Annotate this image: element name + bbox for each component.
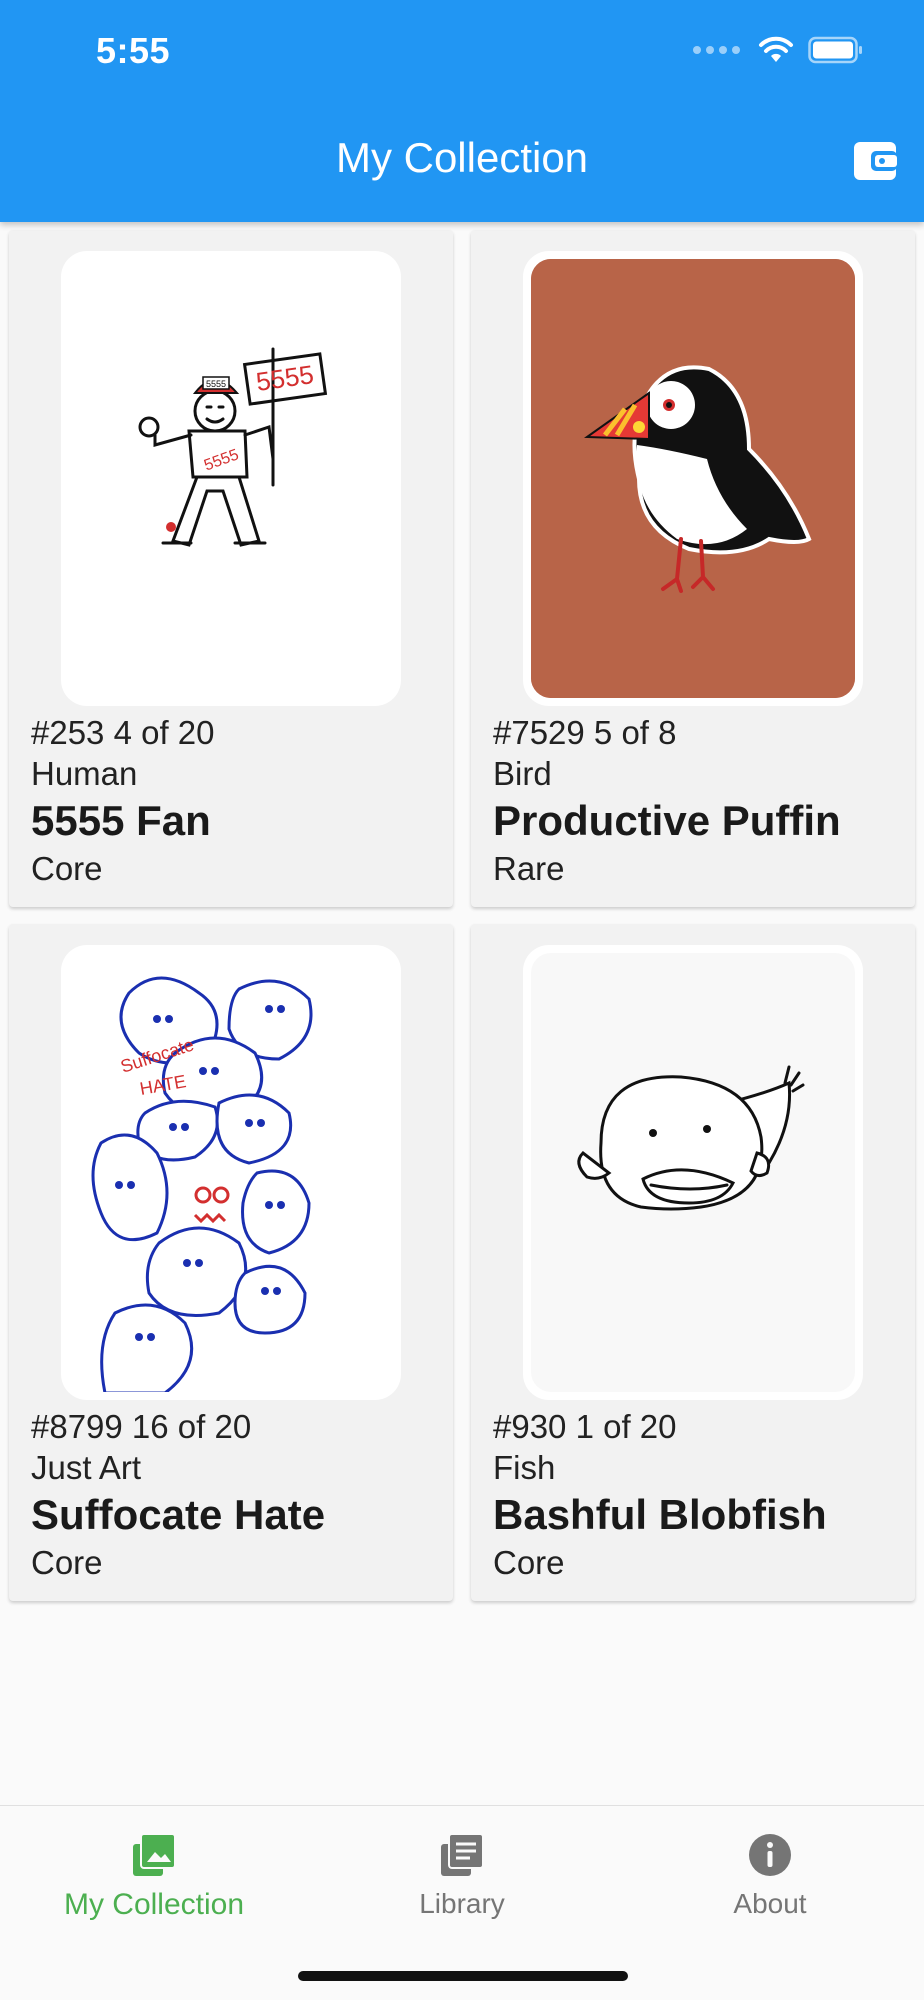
card-name: Productive Puffin — [493, 797, 841, 844]
tab-label: About — [733, 1888, 807, 1919]
card-number: #8799 16 of 20 — [31, 1408, 252, 1445]
card-name: Bashful Blobfish — [493, 1491, 827, 1538]
battery-icon — [808, 36, 864, 64]
card-name: Suffocate Hate — [31, 1491, 326, 1538]
card-art-blobfish — [531, 953, 855, 1392]
library-icon — [439, 1826, 485, 1878]
app-bar: 5:55 My Collection — [0, 0, 924, 222]
card-category: Human — [31, 755, 138, 792]
info-icon — [747, 1826, 793, 1878]
card-number: #930 1 of 20 — [493, 1408, 677, 1445]
tab-label: My Collection — [63, 1888, 245, 1921]
card-info: #253 4 of 20 Human 5555 Fan Core — [31, 712, 215, 890]
art-sign-text: 5555 — [254, 359, 315, 397]
card-tile[interactable]: #7529 5 of 8 Bird Productive Puffin Rare — [471, 230, 915, 907]
card-tile[interactable]: 5555 5555 5555 #253 4 of 20 Human 5555 F… — [9, 230, 453, 907]
card-info: #7529 5 of 8 Bird Productive Puffin Rare — [493, 712, 841, 890]
card-art-stick-figure: 5555 5555 5555 — [69, 259, 393, 698]
card-art-frame: 5555 5555 5555 — [61, 251, 401, 706]
wallet-icon — [853, 141, 897, 186]
cellular-signal-icon — [693, 46, 740, 54]
status-time: 5:55 — [96, 30, 171, 71]
card-category: Bird — [493, 755, 552, 792]
tab-library[interactable]: Library — [308, 1826, 616, 1936]
card-tile[interactable]: #930 1 of 20 Fish Bashful Blobfish Core — [471, 924, 915, 1601]
card-rarity: Rare — [493, 850, 565, 887]
tab-my-collection[interactable]: My Collection — [0, 1826, 308, 1936]
tab-label: Library — [419, 1888, 505, 1919]
card-art-frame — [523, 945, 863, 1400]
status-icons — [693, 36, 864, 64]
card-info: #930 1 of 20 Fish Bashful Blobfish Core — [493, 1406, 827, 1584]
card-category: Fish — [493, 1449, 556, 1486]
art-cap-text: 5555 — [206, 379, 226, 389]
card-number: #7529 5 of 8 — [493, 714, 677, 751]
card-rarity: Core — [31, 850, 103, 887]
card-rarity: Core — [31, 1544, 103, 1581]
page-title: My Collection — [335, 134, 589, 181]
card-art-blob-faces: Suffocate HATE — [69, 953, 393, 1392]
home-indicator — [298, 1971, 628, 1981]
art-shirt-text: 5555 — [202, 446, 241, 474]
wifi-icon — [758, 36, 794, 64]
card-art-puffin — [531, 259, 855, 698]
card-info: #8799 16 of 20 Just Art Suffocate Hate C… — [31, 1406, 325, 1584]
card-rarity: Core — [493, 1544, 565, 1581]
wallet-button[interactable] — [852, 140, 898, 186]
card-number: #253 4 of 20 — [31, 714, 215, 751]
tab-about[interactable]: About — [616, 1826, 924, 1936]
screen: 5:55 My Collection 5555 5555 5555 #253 4… — [0, 0, 924, 2000]
card-category: Just Art — [31, 1449, 142, 1486]
card-tile[interactable]: Suffocate HATE #8799 16 of 20 Just Art S… — [9, 924, 453, 1601]
card-art-frame: Suffocate HATE — [61, 945, 401, 1400]
card-name: 5555 Fan — [31, 797, 211, 844]
collection-icon — [131, 1826, 177, 1878]
card-art-frame — [523, 251, 863, 706]
